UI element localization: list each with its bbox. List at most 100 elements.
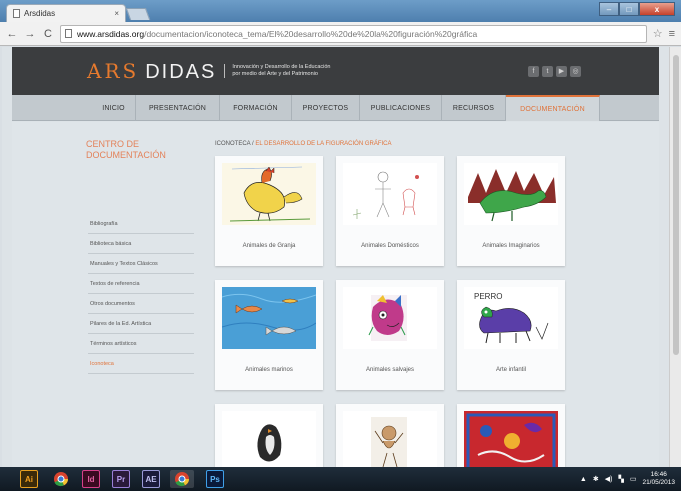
nav-formacion[interactable]: FORMACIÓN [220, 95, 292, 121]
sidebar-title: CENTRO DE DOCUMENTACIÓN [86, 139, 166, 160]
page-icon [65, 29, 72, 38]
breadcrumb: ICONOTECA / EL DESARROLLO DE LA FIGURACI… [215, 141, 392, 147]
card-thumbnail-rooster [222, 163, 316, 225]
page-scrollbar[interactable] [669, 47, 681, 467]
gallery-card[interactable]: Animales Domésticos [336, 156, 444, 266]
youtube-icon[interactable]: ▶ [556, 65, 567, 77]
browser-tab-bar: Arsdidas × – □ x [0, 0, 681, 22]
browser-toolbar: ← → C www.arsdidas.org /documentacion/ic… [0, 22, 681, 46]
url-host: www.arsdidas.org [77, 28, 145, 39]
taskbar-premiere[interactable]: Pr [112, 470, 130, 488]
window-controls: – □ x [599, 2, 675, 16]
gallery-card[interactable]: Animales salvajes [336, 280, 444, 390]
tab-title: Arsdidas [24, 9, 56, 18]
taskbar-indesign[interactable]: Id [82, 470, 100, 488]
card-caption: Animales Domésticos [361, 243, 419, 249]
windows-taskbar: Ai Id Pr AE Ps ▲ ✱ ◀) ▚ ▭ 16:46 21/05/20… [0, 467, 681, 491]
card-thumbnail-imaginary [464, 163, 558, 225]
card-caption: Animales salvajes [365, 367, 415, 373]
sidebar-item-terminos[interactable]: Términos artísticos [88, 334, 194, 354]
breadcrumb-current: EL DESARROLLO DE LA FIGURACIÓN GRÁFICA [255, 141, 392, 147]
tray-battery-icon[interactable]: ▭ [630, 475, 637, 483]
gallery-card[interactable]: PERRO Arte infantil [457, 280, 565, 390]
scrollbar-thumb[interactable] [673, 55, 679, 355]
browser-tab[interactable]: Arsdidas × [6, 4, 126, 22]
sidebar-item-manuales[interactable]: Manuales y Textos Clásicos [88, 254, 194, 274]
taskbar-clock[interactable]: 16:46 21/05/2013 [642, 471, 675, 487]
nav-documentacion[interactable]: DOCUMENTACIÓN [506, 95, 600, 121]
close-window-button[interactable]: x [639, 2, 675, 16]
site-tagline: Innovación y Desarrollo de la Educación … [224, 64, 354, 78]
main-nav: INICIO PRESENTACIÓN FORMACIÓN PROYECTOS … [12, 95, 659, 121]
site-header: ARS DIDAS Innovación y Desarrollo de la … [12, 47, 659, 95]
page-icon [13, 9, 20, 18]
gallery-card[interactable] [336, 404, 444, 467]
facebook-icon[interactable]: f [528, 65, 539, 77]
social-links: f t ▶ ◎ [528, 65, 581, 77]
gallery-card[interactable] [457, 404, 565, 467]
sidebar-item-iconoteca[interactable]: Iconoteca [88, 354, 194, 374]
nav-presentacion[interactable]: PRESENTACIÓN [136, 95, 220, 121]
settings-menu-icon[interactable]: ≡ [669, 28, 675, 40]
url-path: /documentacion/iconoteca_tema/El%20desar… [144, 28, 478, 39]
screen: Arsdidas × – □ x ← → C www.arsdidas.org … [0, 0, 681, 491]
card-thumbnail-monkey [343, 411, 437, 467]
gallery-card[interactable]: Animales de Granja [215, 156, 323, 266]
drawing-text-perro: PERRO [474, 292, 502, 301]
card-thumbnail-child-art: PERRO [464, 287, 558, 349]
sidebar-item-biblioteca-basica[interactable]: Biblioteca básica [88, 234, 194, 254]
clock-date: 21/05/2013 [642, 479, 675, 486]
card-thumbnail-pets [343, 163, 437, 225]
card-caption: Arte infantil [495, 367, 526, 373]
logo-ars: ARS [87, 58, 140, 83]
nav-inicio[interactable]: INICIO [92, 95, 136, 121]
system-tray: ▲ ✱ ◀) ▚ ▭ 16:46 21/05/2013 [580, 471, 681, 487]
twitter-icon[interactable]: t [542, 65, 553, 77]
card-caption: Animales marinos [245, 367, 293, 373]
card-caption: Animales de Granja [242, 243, 296, 249]
taskbar-chrome-active-icon[interactable] [170, 470, 194, 488]
bookmark-star-icon[interactable]: ☆ [653, 27, 663, 40]
card-thumbnail-wild [343, 287, 437, 349]
nav-publicaciones[interactable]: PUBLICACIONES [360, 95, 442, 121]
card-thumbnail-colorful [464, 411, 558, 467]
sidebar-item-otros-documentos[interactable]: Otros documentos [88, 294, 194, 314]
sidebar-item-pilares[interactable]: Pilares de la Ed. Artística [88, 314, 194, 334]
sidebar-item-bibliografia[interactable]: Bibliografía [88, 214, 194, 234]
nav-recursos[interactable]: RECURSOS [442, 95, 506, 121]
taskbar-after-effects[interactable]: AE [142, 470, 160, 488]
sidebar-menu: Bibliografía Biblioteca básica Manuales … [88, 214, 194, 374]
logo-didas: DIDAS [145, 60, 217, 83]
tray-network-icon[interactable]: ✱ [593, 475, 599, 483]
instagram-icon[interactable]: ◎ [570, 65, 581, 77]
gallery-card[interactable] [215, 404, 323, 467]
taskbar-photoshop[interactable]: Ps [206, 470, 224, 488]
card-thumbnail-penguin [222, 411, 316, 467]
tray-flag-icon[interactable]: ▚ [618, 475, 623, 483]
tray-volume-icon[interactable]: ◀) [605, 475, 613, 483]
tab-close-icon[interactable]: × [114, 9, 119, 18]
tagline-line-2: por medio del Arte y del Patrimonio [232, 71, 318, 77]
taskbar-chrome-icon[interactable] [52, 470, 70, 488]
minimize-button[interactable]: – [599, 2, 619, 16]
nav-proyectos[interactable]: PROYECTOS [292, 95, 360, 121]
clock-time: 16:46 [650, 471, 667, 478]
page-content: CENTRO DE DOCUMENTACIÓN Bibliografía Bib… [12, 122, 659, 467]
breadcrumb-root[interactable]: ICONOTECA [215, 141, 250, 147]
page-viewport: ARS DIDAS Innovación y Desarrollo de la … [2, 47, 669, 467]
card-thumbnail-marine [222, 287, 316, 349]
forward-button[interactable]: → [24, 28, 36, 40]
site-logo[interactable]: ARS DIDAS [87, 59, 216, 84]
sidebar-item-textos-referencia[interactable]: Textos de referencia [88, 274, 194, 294]
taskbar-illustrator[interactable]: Ai [20, 470, 38, 488]
address-bar[interactable]: www.arsdidas.org /documentacion/iconotec… [60, 24, 647, 43]
tagline-line-1: Innovación y Desarrollo de la Educación [232, 64, 331, 70]
maximize-button[interactable]: □ [619, 2, 639, 16]
gallery-card[interactable]: Animales marinos [215, 280, 323, 390]
reload-button[interactable]: C [42, 28, 54, 40]
back-button[interactable]: ← [6, 28, 18, 40]
new-tab-button[interactable] [125, 8, 151, 20]
gallery-card[interactable]: Animales Imaginarios [457, 156, 565, 266]
tray-arrow-icon[interactable]: ▲ [580, 476, 587, 483]
card-caption: Animales Imaginarios [482, 243, 540, 249]
